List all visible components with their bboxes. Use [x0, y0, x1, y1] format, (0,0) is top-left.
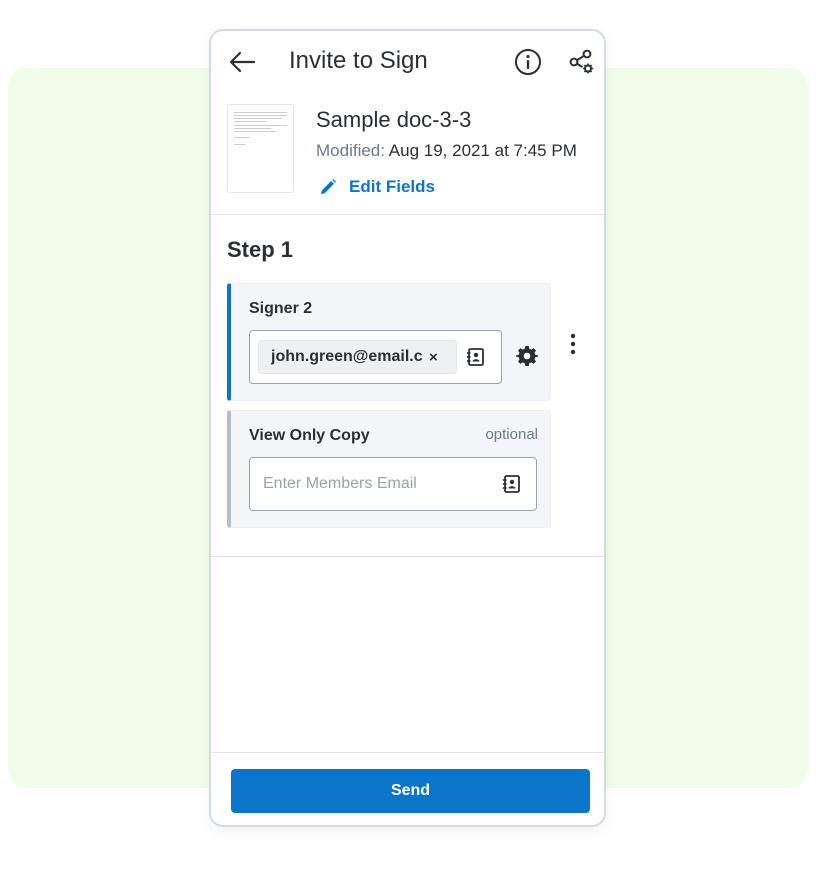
optional-label: optional [485, 426, 538, 443]
share-settings-icon [569, 49, 593, 74]
contact-book-button[interactable] [500, 473, 522, 495]
invite-to-sign-screen: Invite to Sign Sample doc-3-3 Modified: … [209, 29, 606, 827]
signer-card: Signer 2 john.green@email.com × [227, 283, 551, 401]
signer-settings-button[interactable] [514, 343, 540, 369]
modified-label: Modified: [316, 141, 385, 160]
view-only-label: View Only Copy [249, 427, 370, 444]
signer-email-field[interactable]: john.green@email.com × [249, 330, 502, 384]
step-title: Step 1 [227, 237, 294, 262]
page-title: Invite to Sign [289, 47, 428, 74]
send-button[interactable]: Send [231, 769, 590, 813]
section-divider [211, 214, 604, 215]
edit-fields-button[interactable]: Edit Fields [319, 177, 435, 197]
gear-icon [516, 346, 538, 366]
view-only-card: View Only Copy optional Enter Members Em… [227, 410, 551, 528]
email-chip-text: john.green@email.com [271, 348, 423, 365]
signer-label: Signer 2 [249, 300, 313, 317]
remove-chip-button[interactable]: × [429, 349, 438, 366]
members-email-field[interactable]: Enter Members Email [249, 457, 537, 511]
contact-book-button[interactable] [464, 346, 486, 368]
info-circle-icon [515, 49, 541, 75]
share-settings-button[interactable] [567, 47, 597, 77]
contact-book-icon [467, 348, 484, 366]
info-button[interactable] [513, 47, 543, 77]
more-options-button[interactable] [563, 330, 583, 358]
back-button[interactable] [225, 45, 259, 79]
document-modified: Modified: Aug 19, 2021 at 7:45 PM [316, 141, 577, 161]
modified-value: Aug 19, 2021 at 7:45 PM [388, 141, 577, 160]
document-name: Sample doc-3-3 [316, 107, 472, 132]
document-thumbnail[interactable] [227, 104, 294, 193]
email-chip[interactable]: john.green@email.com × [258, 340, 457, 374]
members-email-placeholder: Enter Members Email [263, 475, 417, 492]
more-vertical-icon [570, 333, 576, 355]
section-divider [211, 556, 604, 557]
contact-book-icon [503, 475, 520, 493]
edit-fields-label: Edit Fields [349, 177, 435, 196]
arrow-left-icon [229, 51, 255, 73]
footer-divider [211, 752, 604, 753]
pencil-icon [321, 179, 336, 194]
stage: Invite to Sign Sample doc-3-3 Modified: … [0, 0, 816, 880]
app-header: Invite to Sign [211, 31, 604, 93]
